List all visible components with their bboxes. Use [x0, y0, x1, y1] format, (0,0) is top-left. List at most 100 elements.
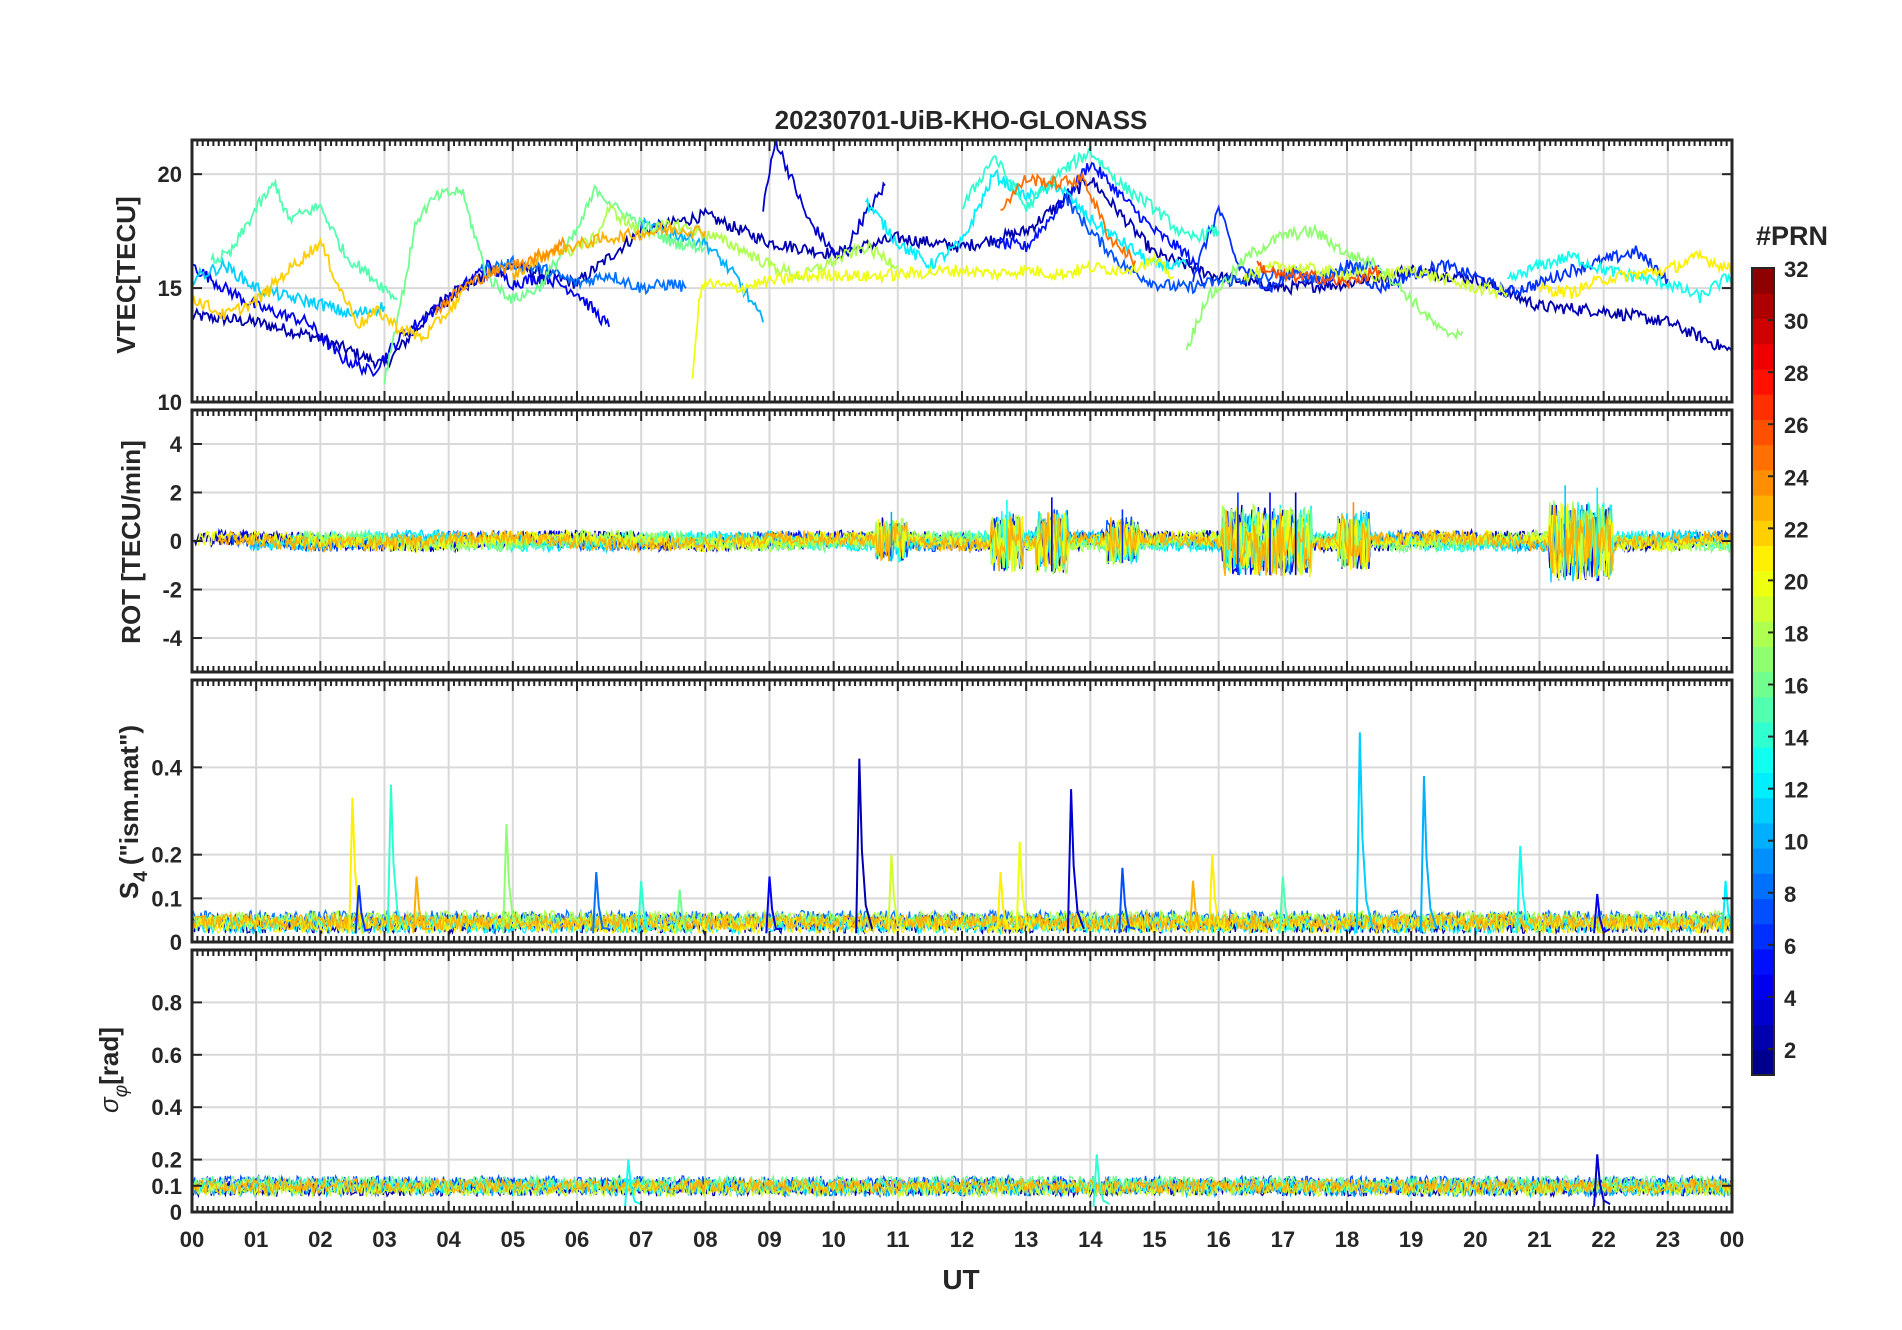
colorbar-segment	[1752, 545, 1774, 572]
colorbar-segment	[1752, 898, 1774, 925]
y-axis-label-vtec: VTEC[TECU]	[111, 196, 141, 353]
x-tick-label: 07	[629, 1227, 653, 1252]
spike-prn-14	[386, 784, 405, 934]
colorbar-segment	[1752, 873, 1774, 900]
colorbar-segment	[1752, 469, 1774, 496]
x-tick-label: 00	[1720, 1227, 1744, 1252]
y-tick-label: 10	[158, 390, 182, 415]
colorbar-segment	[1752, 646, 1774, 673]
x-tick-label: 14	[1078, 1227, 1103, 1252]
x-tick-label: 08	[693, 1227, 717, 1252]
x-tick-label: 11	[886, 1227, 909, 1252]
colorbar-segment	[1752, 318, 1774, 345]
x-tick-label: 00	[180, 1227, 204, 1252]
colorbar-tick-label: 2	[1784, 1038, 1796, 1063]
y-tick-label: 0.1	[151, 1174, 182, 1199]
panel-sigma: σφ[rad] 00.10.2 0.4 0.6 0.8	[94, 948, 1734, 1225]
colorbar-tick-label: 12	[1784, 778, 1808, 803]
y-tick-label: 15	[158, 276, 182, 301]
colorbar-tick-label: 4	[1784, 986, 1797, 1011]
panel-s4: S4("ism.mat") 0 0.1 0.2 0.4	[114, 678, 1734, 955]
x-tick-label: 17	[1271, 1227, 1295, 1252]
y-tick-label: 0.2	[151, 1148, 182, 1173]
y-tick-label: 0.4	[151, 1095, 182, 1120]
x-tick-label: 05	[501, 1227, 525, 1252]
colorbar-segment	[1752, 621, 1774, 647]
colorbar-segment	[1752, 494, 1774, 521]
x-tick-label: 10	[821, 1227, 845, 1252]
colorbar-segment	[1752, 948, 1774, 975]
spike-prn-2	[855, 758, 874, 934]
figure-canvas: 20230701-UiB-KHO-GLONASS VTEC[TECU] 10 15…	[94, 105, 1828, 1295]
series-prn-20	[691, 252, 1175, 379]
colorbar-segment	[1752, 721, 1774, 748]
colorbar-segment	[1752, 747, 1774, 773]
y-axis-label-sigma: σφ[rad]	[94, 1027, 132, 1113]
colorbar-segment	[1752, 520, 1774, 547]
colorbar-segment	[1752, 848, 1774, 874]
x-tick-label: 04	[436, 1227, 461, 1252]
series-prn-22	[192, 237, 469, 344]
colorbar-tick-label: 16	[1784, 674, 1808, 699]
y-tick-label: 4	[170, 432, 183, 457]
colorbar-segment	[1752, 1049, 1774, 1076]
plot-area-s4	[192, 732, 1732, 936]
colorbar: #PRN 2468101214161820222426283032	[1751, 221, 1828, 1076]
colorbar-tick-label: 30	[1784, 309, 1808, 334]
colorbar-tick-label: 10	[1784, 830, 1808, 855]
colorbar-tick-label: 6	[1784, 934, 1796, 959]
colorbar-segment	[1752, 419, 1774, 446]
panel-vtec: VTEC[TECU] 10 15 20	[111, 138, 1734, 415]
colorbar-tick-label: 26	[1784, 413, 1808, 438]
y-tick-label: 2	[170, 480, 182, 505]
colorbar-tick-label: 14	[1784, 726, 1809, 751]
series-prn-4	[192, 259, 610, 378]
x-tick-label: 12	[950, 1227, 974, 1252]
series-prn-16	[383, 184, 706, 385]
colorbar-tick-label: 8	[1784, 882, 1796, 907]
y-tick-label: -4	[162, 626, 182, 651]
panel-rot: ROT [TECU/min] -4 -2 0 2 4	[116, 408, 1734, 674]
x-tick-label: 23	[1656, 1227, 1680, 1252]
y-tick-label: 0	[170, 930, 182, 955]
x-tick-label: 22	[1591, 1227, 1615, 1252]
x-tick-label: 13	[1014, 1227, 1038, 1252]
spike-prn-11	[1355, 732, 1374, 934]
colorbar-tick-label: 18	[1784, 621, 1808, 646]
x-tick-label: 09	[757, 1227, 781, 1252]
x-tick-label: 19	[1399, 1227, 1423, 1252]
y-tick-label: -2	[162, 578, 182, 603]
y-tick-label: 0	[170, 1200, 182, 1225]
x-tick-label: 03	[372, 1227, 396, 1252]
colorbar-tick-label: 32	[1784, 257, 1808, 282]
colorbar-tick-label: 28	[1784, 361, 1808, 386]
y-axis-label-s4: S4("ism.mat")	[114, 725, 152, 899]
colorbar-segment	[1752, 1024, 1774, 1051]
x-tick-label: 18	[1335, 1227, 1359, 1252]
x-axis-label: UT	[942, 1264, 979, 1295]
colorbar-segment	[1752, 343, 1774, 370]
colorbar-segment	[1752, 999, 1774, 1026]
x-tick-label: 20	[1463, 1227, 1487, 1252]
colorbar-tick-label: 24	[1784, 465, 1809, 490]
y-axis-label-rot: ROT [TECU/min]	[116, 440, 146, 644]
x-tick-label: 01	[244, 1227, 268, 1252]
colorbar-segment	[1752, 394, 1774, 420]
colorbar-segment	[1752, 772, 1774, 799]
y-tick-label: 0.4	[151, 755, 182, 780]
colorbar-segment	[1752, 822, 1774, 849]
colorbar-tick-label: 22	[1784, 517, 1808, 542]
x-tick-label: 16	[1206, 1227, 1230, 1252]
chart-title: 20230701-UiB-KHO-GLONASS	[775, 105, 1148, 135]
x-tick-label: 06	[565, 1227, 589, 1252]
y-tick-label: 0	[170, 529, 182, 554]
x-tick-label: 15	[1142, 1227, 1166, 1252]
y-tick-label: 0.8	[151, 990, 182, 1015]
y-tick-label: 0.1	[151, 886, 182, 911]
colorbar-segment	[1752, 696, 1774, 723]
y-tick-label: 0.6	[151, 1043, 182, 1068]
colorbar-segment	[1752, 268, 1774, 294]
y-tick-label: 20	[158, 162, 182, 187]
x-tick-label: 21	[1527, 1227, 1551, 1252]
colorbar-segment	[1752, 293, 1774, 320]
